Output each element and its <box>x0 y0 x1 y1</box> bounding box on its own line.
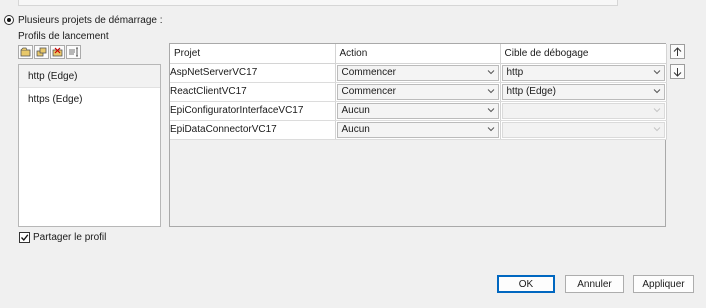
project-name: ReactClientVC17 <box>170 82 336 102</box>
multiple-startup-radio[interactable]: Plusieurs projets de démarrage : <box>4 14 163 26</box>
table-row: EpiDataConnectorVC17 Aucun <box>170 120 667 140</box>
copy-profile-icon <box>36 47 47 57</box>
action-dropdown[interactable]: Aucun <box>336 121 499 138</box>
chevron-down-icon <box>487 107 494 112</box>
chevron-down-icon <box>653 126 660 131</box>
radio-button[interactable] <box>4 15 14 25</box>
chevron-down-icon <box>653 88 660 93</box>
action-dropdown[interactable]: Commencer <box>336 64 499 81</box>
action-dropdown[interactable]: Aucun <box>336 102 499 119</box>
launch-profiles-list[interactable]: http (Edge) https (Edge) <box>18 64 161 227</box>
profile-item-https-edge[interactable]: https (Edge) <box>19 88 160 111</box>
delete-profile-button[interactable] <box>50 45 65 59</box>
rename-profile-icon <box>69 47 78 57</box>
chevron-down-icon <box>487 126 494 131</box>
column-header-project[interactable]: Projet <box>170 44 336 64</box>
arrow-down-icon <box>673 67 682 77</box>
debug-target-value: http (Edge) <box>506 85 556 97</box>
multiple-startup-label: Plusieurs projets de démarrage : <box>18 14 163 26</box>
table-row: ReactClientVC17 Commencer http (Edge) <box>170 82 667 102</box>
project-name: EpiDataConnectorVC17 <box>170 120 336 140</box>
table-row: AspNetServerVC17 Commencer http <box>170 63 667 83</box>
share-profile-checkbox-row[interactable]: Partager le profil <box>19 232 106 243</box>
profile-toolbar <box>18 45 81 59</box>
action-value: Aucun <box>341 123 370 135</box>
project-name: AspNetServerVC17 <box>170 63 336 83</box>
profile-item-http-edge[interactable]: http (Edge) <box>19 65 160 88</box>
debug-target-dropdown-disabled <box>501 121 665 138</box>
ok-button[interactable]: OK <box>497 275 555 293</box>
new-profile-icon <box>20 47 31 57</box>
previous-option-panel <box>18 0 618 6</box>
chevron-down-icon <box>653 69 660 74</box>
startup-projects-grid: Projet Action Cible de débogage AspNetSe… <box>169 43 667 227</box>
project-name: EpiConfiguratorInterfaceVC17 <box>170 101 336 121</box>
checkmark-icon <box>21 234 29 242</box>
chevron-down-icon <box>487 88 494 93</box>
chevron-down-icon <box>653 107 660 112</box>
share-profile-checkbox[interactable] <box>19 232 30 243</box>
chevron-down-icon <box>487 69 494 74</box>
column-header-action[interactable]: Action <box>335 44 501 64</box>
new-profile-button[interactable] <box>18 45 33 59</box>
copy-profile-button[interactable] <box>34 45 49 59</box>
column-header-debug-target[interactable]: Cible de débogage <box>500 44 667 64</box>
debug-target-value: http <box>506 66 524 78</box>
action-value: Commencer <box>341 85 396 97</box>
table-row: EpiConfiguratorInterfaceVC17 Aucun <box>170 101 667 121</box>
move-up-button[interactable] <box>670 44 685 59</box>
apply-button[interactable]: Appliquer <box>633 275 694 293</box>
delete-profile-icon <box>52 47 63 57</box>
action-value: Aucun <box>341 104 370 116</box>
rename-profile-button[interactable] <box>66 45 81 59</box>
cancel-button[interactable]: Annuler <box>565 275 624 293</box>
debug-target-dropdown[interactable]: http <box>501 64 665 81</box>
launch-profiles-label: Profils de lancement <box>18 31 109 42</box>
action-value: Commencer <box>341 66 396 78</box>
debug-target-dropdown[interactable]: http (Edge) <box>501 83 665 100</box>
action-dropdown[interactable]: Commencer <box>336 83 499 100</box>
move-down-button[interactable] <box>670 64 685 79</box>
debug-target-dropdown-disabled <box>501 102 665 119</box>
arrow-up-icon <box>673 46 682 56</box>
share-profile-label: Partager le profil <box>33 232 107 243</box>
